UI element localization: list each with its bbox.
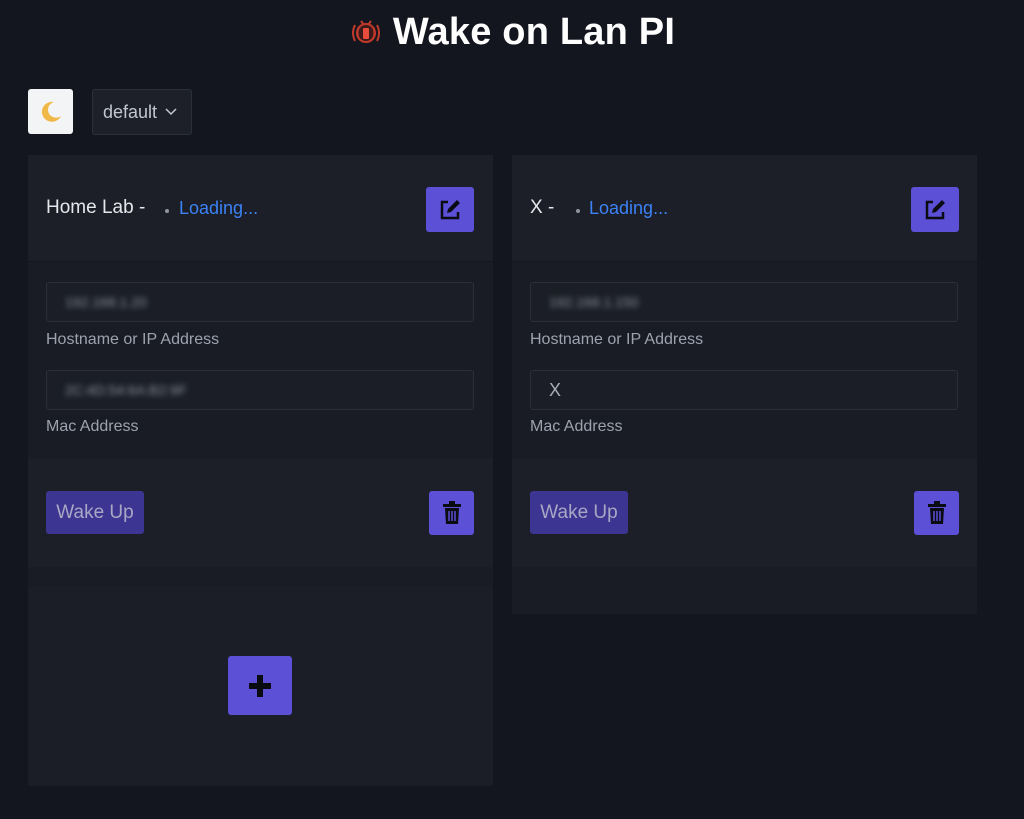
status-loading: Loading... (179, 198, 259, 218)
theme-toggle-button[interactable] (28, 89, 73, 134)
profile-select[interactable]: default (92, 89, 192, 135)
hostname-label: Hostname or IP Address (46, 331, 220, 348)
card-header: X - Loading... (512, 155, 977, 262)
loading-spinner-icon (165, 209, 169, 213)
device-name: Home Lab - (46, 197, 146, 218)
hostname-label: Hostname or IP Address (530, 331, 704, 348)
add-device-button[interactable] (228, 656, 292, 715)
trash-icon (927, 501, 946, 524)
hostname-field[interactable]: 192.168.1.150 (530, 282, 958, 322)
mac-address-field[interactable]: X (530, 370, 958, 410)
device-card: X - Loading... 192.168.1.150 Hostname or… (512, 155, 977, 614)
mac-address-value: 2C:4D:54:6A:B2:9F (65, 382, 187, 398)
status-loading: Loading... (589, 198, 669, 218)
device-card: Home Lab - Loading... 192.168.1.20 Hostn… (28, 155, 493, 614)
wake-up-button[interactable]: Wake Up (46, 491, 144, 534)
edit-button[interactable] (426, 187, 474, 232)
app-header: Wake on Lan PI (0, 10, 1024, 54)
moon-icon (41, 101, 61, 122)
delete-button[interactable] (914, 491, 959, 535)
router-signal-icon (351, 20, 380, 43)
card-header: Home Lab - Loading... (28, 155, 493, 262)
chevron-down-icon (165, 108, 177, 116)
mac-address-field[interactable]: 2C:4D:54:6A:B2:9F (46, 370, 474, 410)
hostname-value: 192.168.1.150 (549, 294, 639, 310)
edit-icon (925, 199, 945, 219)
add-device-card (28, 586, 493, 786)
plus-icon (249, 674, 271, 697)
device-name: X - (530, 197, 555, 218)
loading-spinner-icon (576, 209, 580, 213)
mac-address-label: Mac Address (530, 418, 623, 435)
mac-address-value: X (549, 379, 562, 400)
profile-select-value: default (103, 101, 158, 122)
page-title: Wake on Lan PI (392, 10, 676, 53)
hostname-field[interactable]: 192.168.1.20 (46, 282, 474, 322)
delete-button[interactable] (429, 491, 474, 535)
trash-icon (442, 501, 461, 524)
hostname-value: 192.168.1.20 (65, 294, 147, 310)
edit-button[interactable] (911, 187, 959, 232)
wake-up-button[interactable]: Wake Up (530, 491, 628, 534)
edit-icon (440, 199, 460, 219)
mac-address-label: Mac Address (46, 418, 139, 435)
